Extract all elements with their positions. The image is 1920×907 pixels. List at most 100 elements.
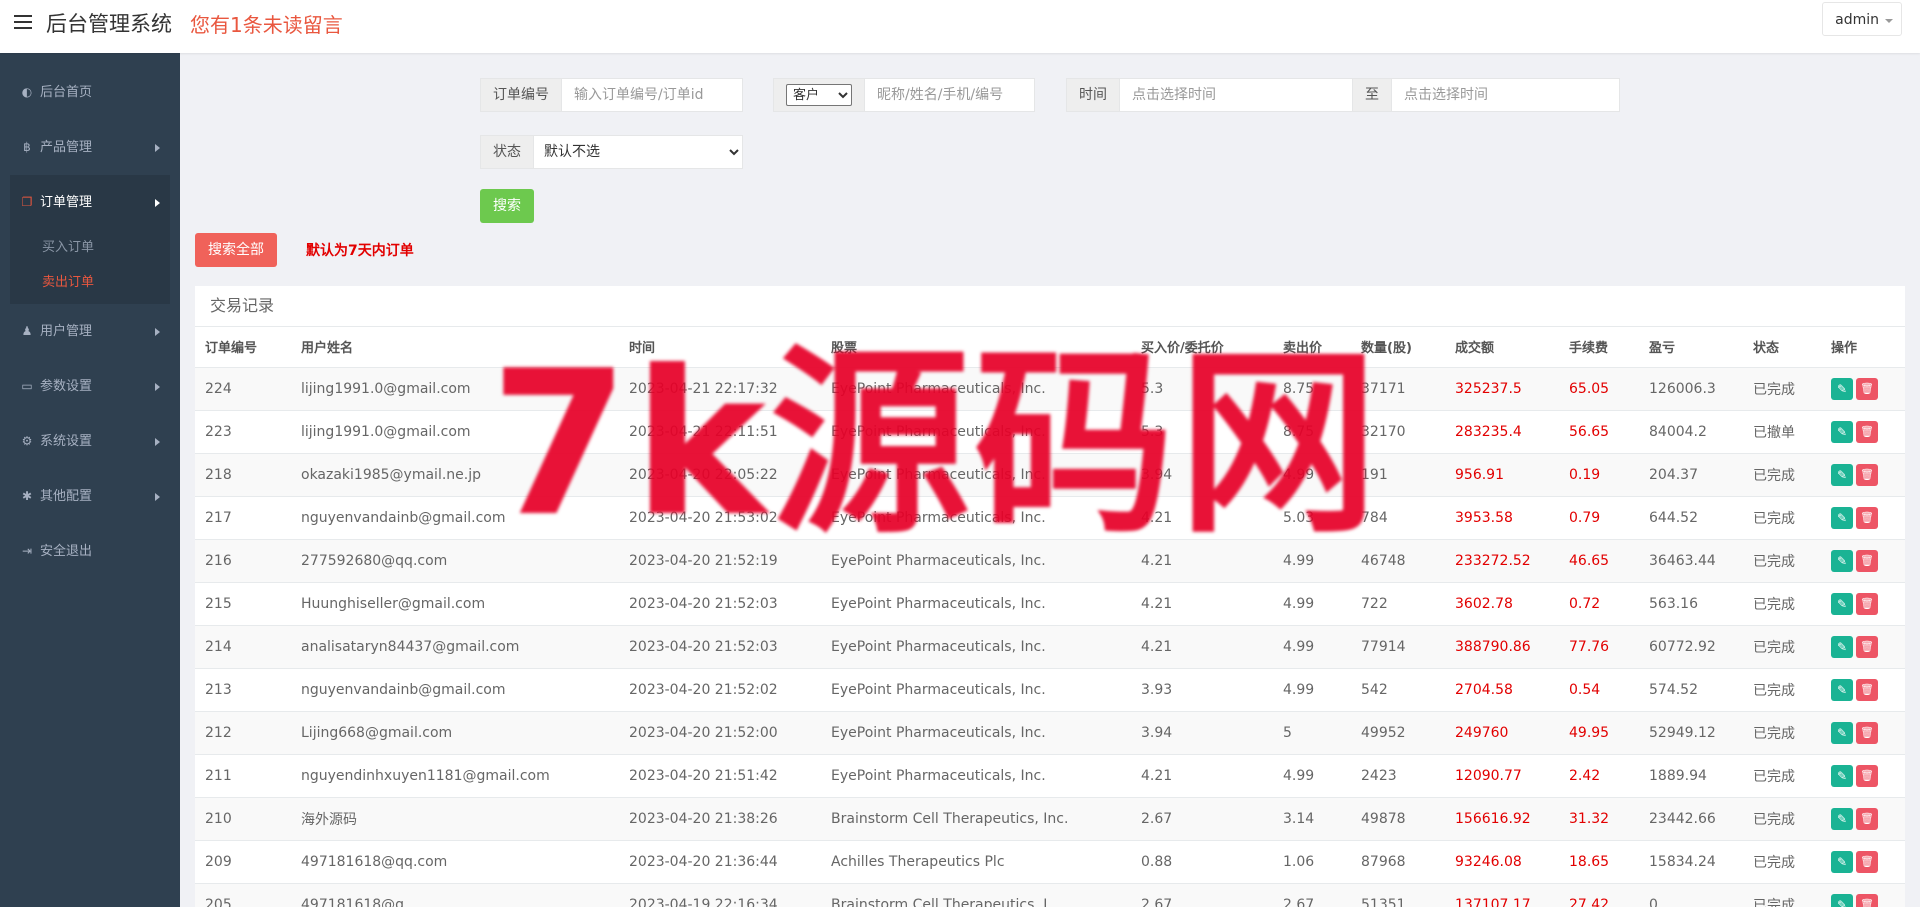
sidebar-subitem-sell-orders[interactable]: 卖出订单 xyxy=(10,265,170,300)
table-cell: 12090.77 xyxy=(1445,754,1559,798)
table-cell: 213 xyxy=(195,668,291,712)
time-start-input[interactable] xyxy=(1120,79,1352,111)
caret-right-icon xyxy=(155,328,160,336)
table-cell: 15834.24 xyxy=(1639,840,1743,884)
table-row: 216 277592680@qq.com 2023-04-20 21:52:19 Ey… xyxy=(195,539,1905,583)
delete-icon[interactable]: 🗑 xyxy=(1856,764,1878,787)
delete-icon[interactable]: 🗑 xyxy=(1856,506,1878,529)
edit-icon[interactable]: ✎ xyxy=(1831,463,1853,486)
search-all-button[interactable]: 搜索全部 xyxy=(195,233,277,267)
table-cell: 2023-04-20 22:05:22 xyxy=(619,453,821,497)
delete-icon[interactable]: 🗑 xyxy=(1856,807,1878,830)
customer-type-select[interactable]: 客户 xyxy=(786,84,852,106)
delete-icon[interactable]: 🗑 xyxy=(1856,592,1878,615)
table-cell: 已完成 xyxy=(1743,711,1821,755)
edit-icon[interactable]: ✎ xyxy=(1831,850,1853,873)
edit-icon[interactable]: ✎ xyxy=(1831,420,1853,443)
table-cell: 31.32 xyxy=(1559,797,1639,841)
table-cell: 已完成 xyxy=(1743,496,1821,540)
trade-records-panel: 交易记录 订单编号 用户姓名 时间 股票 买入价/委托价 卖出价 数量(股) 成交额 手续费 盈亏… xyxy=(195,286,1905,907)
delete-icon[interactable]: 🗑 xyxy=(1856,420,1878,443)
table-row: 210 海外源码 2023-04-20 21:38:26 Brainstorm Cel… xyxy=(195,797,1905,841)
dashboard-icon: ◐ xyxy=(21,85,33,99)
delete-icon[interactable]: 🗑 xyxy=(1856,678,1878,701)
table-cell: 已撤单 xyxy=(1743,410,1821,454)
row-actions: ✎ 🗑 xyxy=(1821,711,1905,755)
unread-message-notice[interactable]: 您有1条未读留言 xyxy=(190,9,343,38)
table-cell: 209 xyxy=(195,840,291,884)
delete-icon[interactable]: 🗑 xyxy=(1856,893,1878,907)
search-button[interactable]: 搜索 xyxy=(480,189,534,223)
table-cell: 0.72 xyxy=(1559,582,1639,626)
edit-icon[interactable]: ✎ xyxy=(1831,721,1853,744)
table-cell: 49952 xyxy=(1351,711,1445,755)
menu-toggle-icon[interactable] xyxy=(14,15,32,31)
table-cell: 5.3 xyxy=(1131,410,1273,454)
column-header: 时间 xyxy=(619,327,821,368)
table-cell: 325237.5 xyxy=(1445,367,1559,411)
table-cell: 214 xyxy=(195,625,291,669)
table-cell: 0.88 xyxy=(1131,840,1273,884)
sidebar-item-other[interactable]: ✱ 其他配置 xyxy=(0,469,180,524)
row-actions: ✎ 🗑 xyxy=(1821,367,1905,411)
table-cell: 77914 xyxy=(1351,625,1445,669)
sidebar-item-products[interactable]: ฿产品管理 xyxy=(0,120,180,175)
table-cell: 249760 xyxy=(1445,711,1559,755)
table-cell: 2.67 xyxy=(1131,797,1273,841)
sidebar-item-orders[interactable]: ❐ 订单管理 xyxy=(10,175,170,230)
sidebar-subitem-buy-orders[interactable]: 买入订单 xyxy=(10,230,170,265)
table-cell: 4.21 xyxy=(1131,496,1273,540)
table-cell: 2023-04-20 21:38:26 xyxy=(619,797,821,841)
table-cell: 已完成 xyxy=(1743,883,1821,907)
delete-icon[interactable]: 🗑 xyxy=(1856,721,1878,744)
table-cell: 156616.92 xyxy=(1445,797,1559,841)
default-range-hint: 默认为7天内订单 xyxy=(306,243,414,259)
caret-down-icon xyxy=(1885,19,1893,23)
time-end-input[interactable] xyxy=(1392,79,1619,111)
table-cell: EyePoint Pharmaceuticals, Inc. xyxy=(821,711,1131,755)
sidebar-item-users[interactable]: ♟ 用户管理 xyxy=(0,304,180,359)
table-cell: 56.65 xyxy=(1559,410,1639,454)
sidebar-item-system[interactable]: ⚙ 系统设置 xyxy=(0,414,180,469)
edit-icon[interactable]: ✎ xyxy=(1831,506,1853,529)
time-label: 时间 xyxy=(1067,79,1120,111)
table-row: 212 Lijing668@gmail.com 2023-04-20 21:52:0… xyxy=(195,711,1905,755)
edit-icon[interactable]: ✎ xyxy=(1831,893,1853,907)
delete-icon[interactable]: 🗑 xyxy=(1856,549,1878,572)
status-label: 状态 xyxy=(481,136,534,168)
edit-icon[interactable]: ✎ xyxy=(1831,678,1853,701)
table-cell: 2023-04-20 21:52:03 xyxy=(619,582,821,626)
table-cell: nguyenvandainb@gmail.com xyxy=(291,496,619,540)
table-row: 224 lijing1991.0@gmail.com 2023-04-21 22:1… xyxy=(195,367,1905,411)
delete-icon[interactable]: 🗑 xyxy=(1856,377,1878,400)
edit-icon[interactable]: ✎ xyxy=(1831,592,1853,615)
row-actions: ✎ 🗑 xyxy=(1821,754,1905,798)
edit-icon[interactable]: ✎ xyxy=(1831,635,1853,658)
delete-icon[interactable]: 🗑 xyxy=(1856,463,1878,486)
table-cell: 52949.12 xyxy=(1639,711,1743,755)
edit-icon[interactable]: ✎ xyxy=(1831,549,1853,572)
row-actions: ✎ 🗑 xyxy=(1821,840,1905,884)
table-cell: 2023-04-19 22:16:34 xyxy=(619,883,821,907)
edit-icon[interactable]: ✎ xyxy=(1831,377,1853,400)
customer-input[interactable] xyxy=(865,79,1034,111)
table-cell: EyePoint Pharmaceuticals, Inc. xyxy=(821,754,1131,798)
user-menu[interactable]: admin xyxy=(1822,2,1902,36)
table-cell: 215 xyxy=(195,582,291,626)
copy-icon: ❐ xyxy=(21,195,33,209)
sidebar-item-logout[interactable]: ⇥ 安全退出 xyxy=(0,524,180,579)
sidebar-item-home[interactable]: ◐ 后台首页 xyxy=(0,65,180,120)
table-cell: 32170 xyxy=(1351,410,1445,454)
table-row: 223 lijing1991.0@gmail.com 2023-04-21 22:1… xyxy=(195,410,1905,454)
table-cell: 65.05 xyxy=(1559,367,1639,411)
edit-icon[interactable]: ✎ xyxy=(1831,764,1853,787)
sidebar-item-params[interactable]: ▭ 参数设置 xyxy=(0,359,180,414)
edit-icon[interactable]: ✎ xyxy=(1831,807,1853,830)
delete-icon[interactable]: 🗑 xyxy=(1856,635,1878,658)
delete-icon[interactable]: 🗑 xyxy=(1856,850,1878,873)
order-number-input[interactable] xyxy=(562,79,742,111)
table-cell: 4.21 xyxy=(1131,754,1273,798)
status-select[interactable]: 默认不选 xyxy=(534,136,742,168)
table-cell: 27.42 xyxy=(1559,883,1639,907)
top-navbar: 后台管理系统 您有1条未读留言 admin xyxy=(0,0,1920,53)
